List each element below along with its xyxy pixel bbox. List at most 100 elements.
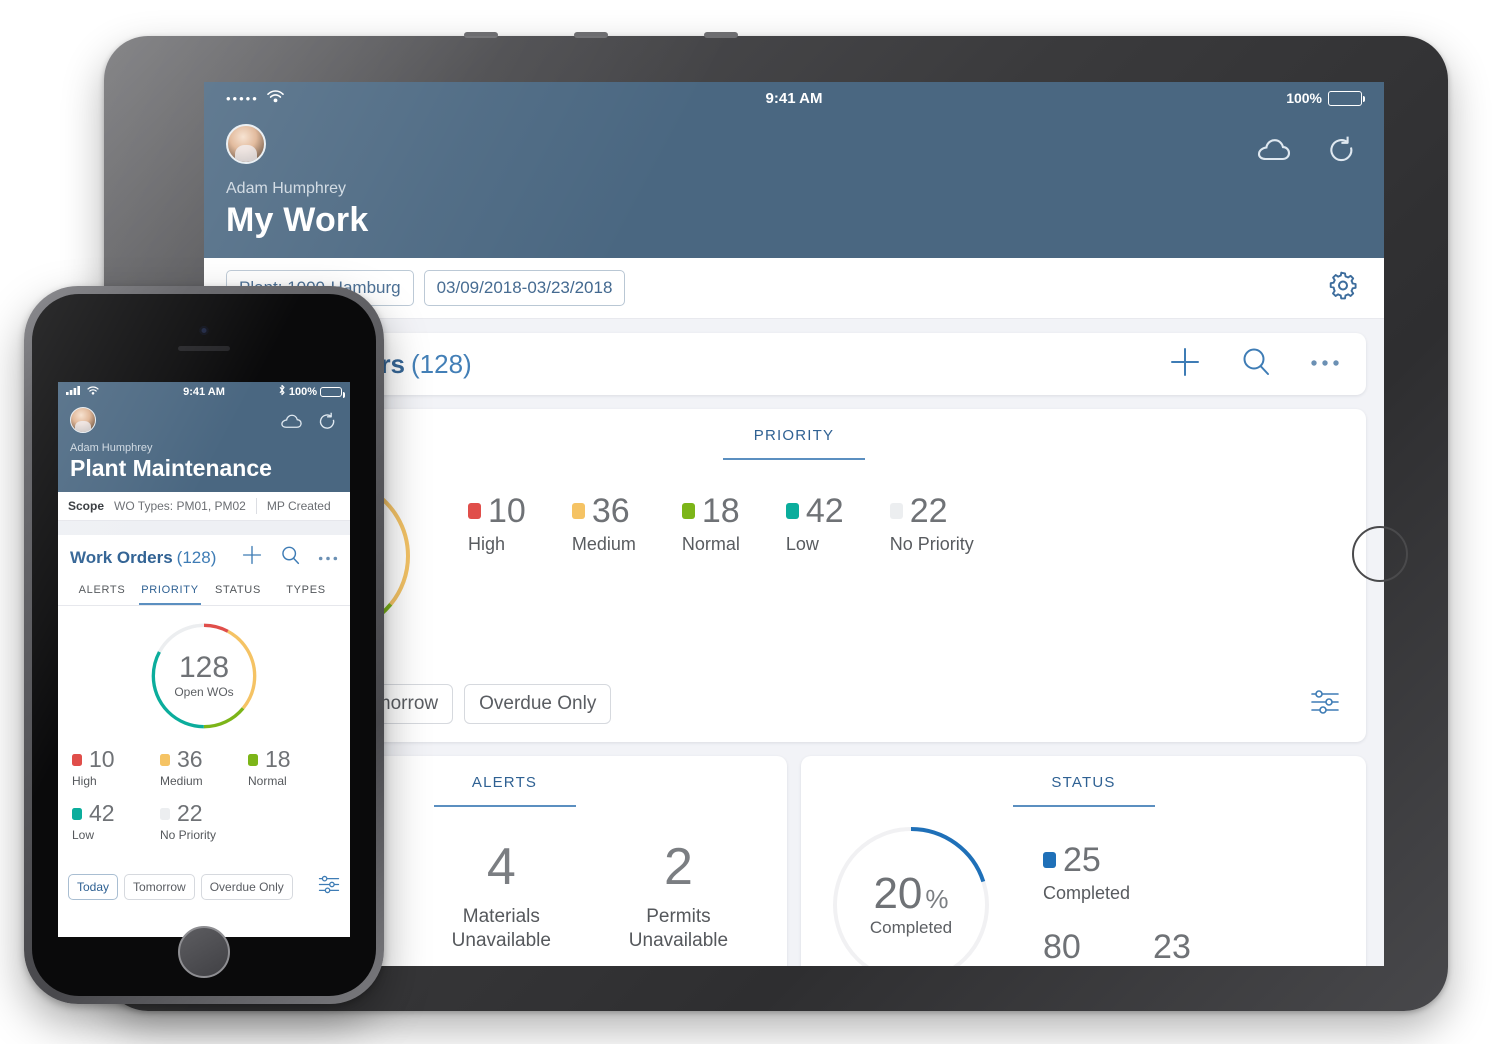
- battery-icon: [320, 386, 345, 398]
- phone-filter-tomorrow-button[interactable]: Tomorrow: [124, 874, 195, 900]
- legend-swatch-medium: [160, 753, 170, 766]
- tab-types[interactable]: TYPES: [272, 577, 340, 603]
- status-panel: STATUS 20 % Completed 25 Completed 80 23: [801, 756, 1366, 966]
- gear-icon[interactable]: [1328, 271, 1358, 306]
- priority-tab-label[interactable]: PRIORITY: [222, 409, 1366, 444]
- phone-donut-value: 128: [178, 651, 230, 684]
- battery-icon: [1328, 90, 1365, 106]
- phone-legend-label-normal: Normal: [248, 774, 287, 788]
- tab-status[interactable]: STATUS: [204, 577, 272, 603]
- plus-icon[interactable]: [241, 544, 263, 571]
- phone-scope-bar[interactable]: Scope WO Types: PM01, PM02 MP Created: [58, 492, 350, 521]
- phone-legend-item-high[interactable]: 10 High: [72, 748, 160, 788]
- phone-page-title: Plant Maintenance: [70, 455, 272, 481]
- refresh-icon[interactable]: [1326, 134, 1358, 171]
- legend-swatch-low: [785, 503, 799, 519]
- tablet-status-bar: ••••• 9:41 AM 100%: [204, 82, 1384, 114]
- legend-item-no-priority[interactable]: 22 No Priority: [889, 492, 974, 555]
- screenshot-stage: ••••• 9:41 AM 100% Adam Humphrey My Work: [0, 0, 1500, 1044]
- alert-metric-materials-unavailable[interactable]: 4 Materials Unavailable: [452, 841, 551, 953]
- phone-tab-bar: ALERTS PRIORITY STATUS TYPES: [58, 577, 350, 603]
- phone-legend-item-normal[interactable]: 18 Normal: [248, 748, 336, 788]
- status-donut-label: Completed: [869, 918, 953, 937]
- legend-swatch-low: [72, 807, 82, 820]
- legend-value-medium: 36: [591, 492, 630, 530]
- legend-item-normal[interactable]: 18 Normal: [681, 494, 740, 555]
- tab-priority[interactable]: PRIORITY: [136, 577, 204, 603]
- phone-legend-item-medium[interactable]: 36 Medium: [160, 748, 248, 788]
- search-icon[interactable]: [1240, 346, 1272, 383]
- plus-icon[interactable]: [1168, 345, 1202, 384]
- tablet-header-actions: [1256, 134, 1358, 171]
- search-icon[interactable]: [280, 545, 301, 571]
- phone-legend-label-no-priority: No Priority: [160, 828, 217, 842]
- scope-label: Scope: [68, 499, 105, 513]
- phone-device: 9:41 AM 100% Adam Humphrey Plant Mainten…: [24, 286, 384, 1004]
- scope-mp-created: MP Created: [266, 499, 331, 513]
- phone-legend-value-medium: 36: [177, 746, 203, 772]
- status-donut-value: 20: [873, 869, 923, 918]
- legend-label-no-priority: No Priority: [889, 534, 974, 554]
- filter-chip-daterange[interactable]: 03/09/2018-03/23/2018: [423, 270, 626, 306]
- tablet-home-button[interactable]: [1352, 526, 1408, 582]
- phone-speaker: [178, 346, 230, 351]
- tab-priority-label: PRIORITY: [141, 584, 199, 596]
- phone-legend-value-normal: 18: [265, 746, 291, 772]
- tab-types-label: TYPES: [286, 584, 326, 596]
- legend-swatch-normal: [248, 753, 258, 766]
- page-title: My Work: [226, 201, 369, 239]
- tablet-side-button: [574, 32, 608, 38]
- phone-bezel: 9:41 AM 100% Adam Humphrey Plant Mainten…: [32, 294, 376, 996]
- status-metric-released[interactable]: 23 Released: [1153, 930, 1229, 966]
- legend-label-normal: Normal: [681, 534, 740, 554]
- legend-item-medium[interactable]: 36 Medium: [571, 492, 636, 555]
- legend-item-high[interactable]: 10 High: [468, 494, 526, 555]
- legend-swatch-high: [468, 503, 481, 519]
- scope-wo-types: WO Types: PM01, PM02: [114, 499, 246, 513]
- legend-value-low: 42: [805, 492, 844, 530]
- phone-screen: 9:41 AM 100% Adam Humphrey Plant Mainten…: [58, 382, 350, 937]
- legend-label-high: High: [468, 534, 506, 554]
- phone-legend-label-high: High: [72, 774, 97, 788]
- alert-metric-permits-unavailable[interactable]: 2 Permits Unavailable: [629, 841, 728, 953]
- phone-filter-overdue-only-button[interactable]: Overdue Only: [200, 874, 293, 900]
- status-metric-completed[interactable]: 25 Completed: [1043, 843, 1229, 904]
- avatar[interactable]: [226, 124, 266, 164]
- avatar[interactable]: [70, 407, 96, 433]
- sliders-icon[interactable]: [1310, 689, 1340, 720]
- legend-swatch-no-priority: [160, 807, 170, 820]
- status-metric-created[interactable]: 80 Created: [1043, 930, 1107, 966]
- phone-priority-legend: 10 High 36 Medium 18 Normal 42 Low 22 No…: [58, 732, 350, 842]
- legend-label-medium: Medium: [571, 534, 636, 554]
- phone-filter-today-button[interactable]: Today: [68, 874, 119, 900]
- phone-user-name: Adam Humphrey: [70, 442, 153, 454]
- priority-legend: 10 High 36 Medium 18 Normal 42 Low 22 No…: [468, 494, 974, 555]
- cloud-icon[interactable]: [280, 413, 303, 435]
- more-icon[interactable]: [1310, 355, 1340, 373]
- cloud-icon[interactable]: [1256, 137, 1292, 168]
- tablet-filter-bar: Plant: 1000-Hamburg 03/09/2018-03/23/201…: [204, 258, 1384, 319]
- phone-time-filters: Today Tomorrow Overdue Only: [58, 864, 350, 908]
- filter-overdue-only-button[interactable]: Overdue Only: [464, 684, 612, 724]
- legend-item-low[interactable]: 42 Low: [785, 492, 844, 555]
- more-icon[interactable]: [318, 549, 338, 567]
- status-label-completed: Completed: [1043, 883, 1131, 903]
- status-value-completed: 25: [1063, 841, 1101, 879]
- phone-sliders-icon[interactable]: [318, 875, 340, 899]
- phone-legend-value-high: 10: [89, 746, 115, 772]
- tablet-app-header: Adam Humphrey My Work: [204, 114, 1384, 258]
- tablet-side-button: [704, 32, 738, 38]
- alert-label-permits-unavailable: Permits Unavailable: [628, 906, 729, 951]
- status-tab-label[interactable]: STATUS: [801, 756, 1366, 791]
- status-donut-unit: %: [925, 884, 949, 914]
- phone-home-button[interactable]: [178, 926, 230, 978]
- phone-legend-item-no-priority[interactable]: 22 No Priority: [160, 802, 248, 842]
- status-value-released: 23: [1153, 928, 1191, 966]
- tab-alerts[interactable]: ALERTS: [68, 577, 136, 603]
- phone-tab-divider: [58, 605, 350, 606]
- priority-time-filters: Today Tomorrow Overdue Only: [222, 684, 1366, 742]
- refresh-icon[interactable]: [317, 411, 338, 437]
- work-orders-actions: [1168, 345, 1340, 384]
- legend-value-no-priority: 22: [909, 492, 948, 530]
- phone-legend-item-low[interactable]: 42 Low: [72, 802, 160, 842]
